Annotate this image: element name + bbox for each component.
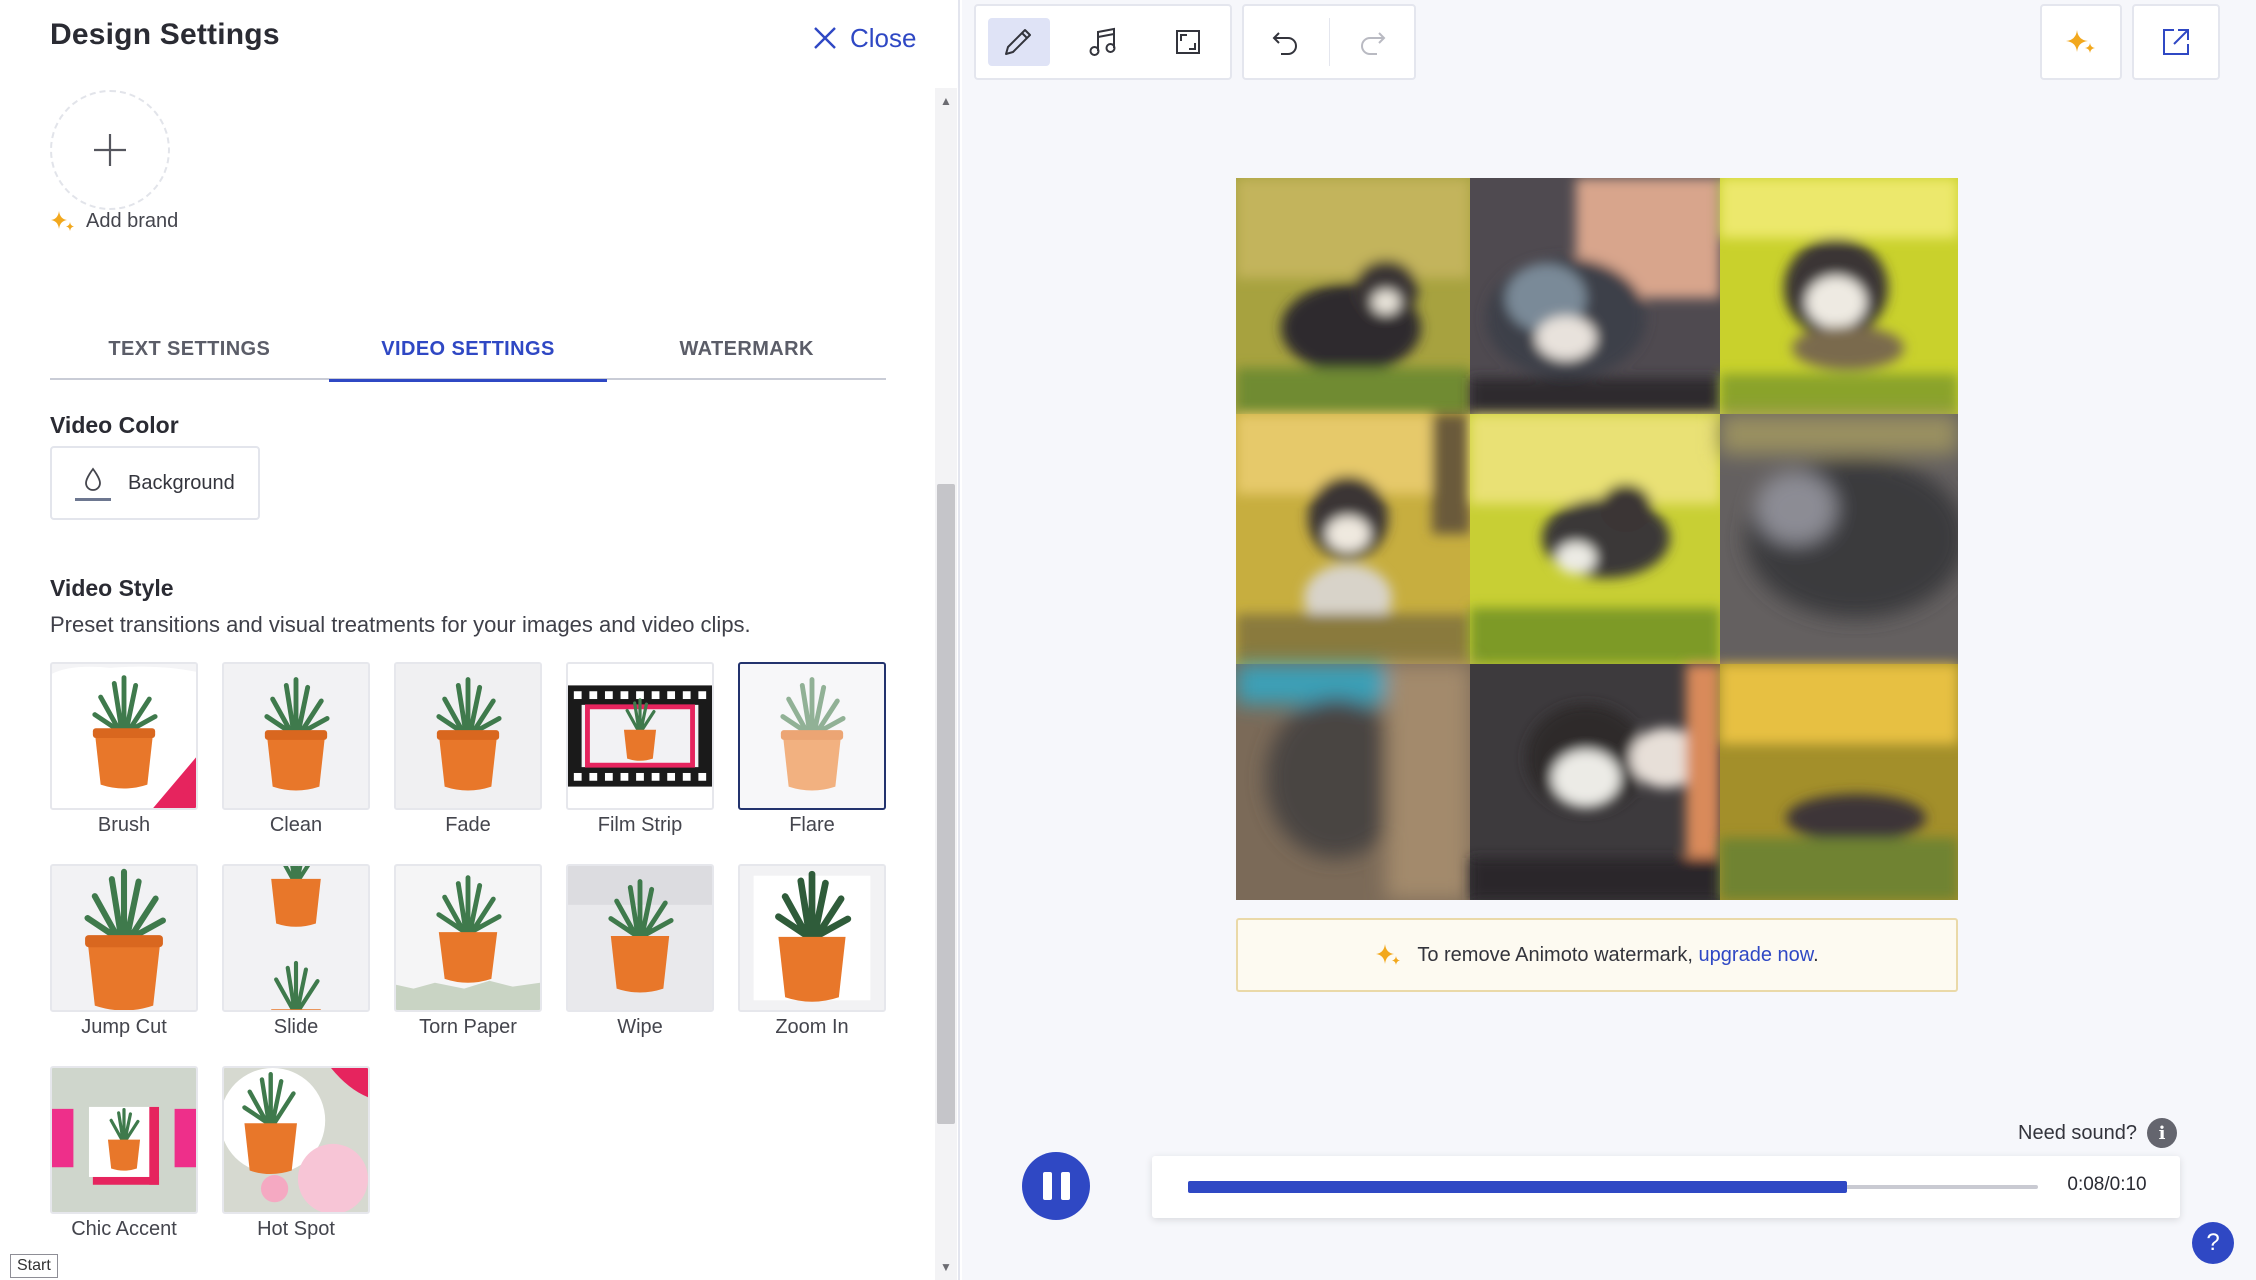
- style-label-jump-cut: Jump Cut: [81, 1016, 167, 1038]
- style-label-film-strip: Film Strip: [597, 814, 683, 836]
- background-label: Background: [128, 471, 235, 494]
- video-preview[interactable]: [1236, 178, 1958, 900]
- progress-fill: [1188, 1181, 1847, 1193]
- style-label-chic-accent: Chic Accent: [71, 1218, 177, 1240]
- watermark-notice: To remove Animoto watermark, upgrade now…: [1236, 918, 1958, 992]
- history-toolbar: [1242, 4, 1416, 80]
- playback-bar: 0:08/0:10: [1152, 1156, 2180, 1218]
- scroll-thumb[interactable]: [937, 484, 955, 1124]
- redo-icon: [1360, 32, 1386, 55]
- plus-icon: [94, 134, 126, 166]
- sparkle-icon: [1376, 944, 1401, 965]
- add-brand-link[interactable]: Add brand: [50, 208, 178, 234]
- style-tile-jump-cut[interactable]: [50, 864, 198, 1012]
- close-button[interactable]: Close: [812, 20, 916, 56]
- scroll-up-arrow-icon[interactable]: ▲: [935, 88, 957, 114]
- upgrade-now-link[interactable]: upgrade now: [1699, 944, 1814, 966]
- need-sound-label: Need sound?: [2018, 1121, 2137, 1144]
- design-tool-button[interactable]: [976, 4, 1061, 80]
- style-tile-zoom-in[interactable]: [738, 864, 886, 1012]
- undo-button[interactable]: [1244, 4, 1329, 80]
- redo-button[interactable]: [1330, 4, 1415, 80]
- resize-tool-button[interactable]: [1145, 4, 1230, 80]
- drop-icon: [74, 461, 112, 505]
- style-label-clean: Clean: [269, 814, 323, 836]
- pencil-icon: [1005, 29, 1032, 55]
- sparkle-icon: [51, 211, 74, 231]
- style-label-slide: Slide: [273, 1016, 319, 1038]
- style-tile-brush[interactable]: [50, 662, 198, 810]
- pause-button[interactable]: [1022, 1152, 1090, 1220]
- scroll-down-arrow-icon[interactable]: ▼: [935, 1254, 957, 1280]
- tab-text-settings[interactable]: TEXT SETTINGS: [50, 318, 329, 380]
- tab-watermark[interactable]: WATERMARK: [607, 318, 886, 380]
- settings-tabs: TEXT SETTINGS VIDEO SETTINGS WATERMARK: [50, 318, 886, 382]
- style-label-fade: Fade: [445, 814, 491, 836]
- watermark-text: To remove Animoto watermark,: [1417, 943, 1699, 966]
- edit-toolbar: [974, 4, 1232, 80]
- share-icon: [2163, 29, 2189, 55]
- close-icon: [814, 27, 836, 49]
- style-label-zoom-in: Zoom In: [775, 1016, 849, 1038]
- video-color-heading: Video Color: [50, 412, 179, 438]
- preview-panel: To remove Animoto watermark, upgrade now…: [962, 0, 2256, 1280]
- panel-scrollbar[interactable]: ▲ ▼: [935, 88, 957, 1280]
- style-tile-slide[interactable]: [222, 864, 370, 1012]
- video-style-description: Preset transitions and visual treatments…: [50, 612, 751, 637]
- share-toolbar: [2132, 4, 2220, 80]
- style-tile-film-strip[interactable]: [566, 662, 714, 810]
- style-tile-hot-spot[interactable]: [222, 1066, 370, 1214]
- ai-toolbar: [2040, 4, 2122, 80]
- undo-icon: [1272, 32, 1298, 55]
- music-tool-button[interactable]: [1061, 4, 1146, 80]
- resize-icon: [1175, 30, 1200, 54]
- need-sound-hint: Need sound? i: [2018, 1118, 2177, 1148]
- style-tile-fade[interactable]: [394, 662, 542, 810]
- style-tile-chic-accent[interactable]: [50, 1066, 198, 1214]
- design-settings-panel: Design Settings Close Add brand TEXT SET…: [0, 0, 960, 1280]
- background-color-button[interactable]: Background: [50, 446, 260, 520]
- style-label-wipe: Wipe: [617, 1016, 663, 1038]
- close-label: Close: [850, 22, 917, 53]
- style-tile-flare[interactable]: [738, 662, 886, 810]
- style-tile-clean[interactable]: [222, 662, 370, 810]
- pause-icon: [1042, 1172, 1052, 1200]
- playback-time: 0:08/0:10: [2067, 1174, 2147, 1195]
- add-brand-button[interactable]: [50, 90, 170, 210]
- style-tile-torn-paper[interactable]: [394, 864, 542, 1012]
- music-icon: [1089, 27, 1116, 56]
- style-label-hot-spot: Hot Spot: [257, 1218, 335, 1240]
- start-tooltip: Start: [10, 1254, 58, 1278]
- panel-title: Design Settings: [50, 18, 280, 51]
- style-label-brush: Brush: [97, 814, 151, 836]
- video-style-heading: Video Style: [50, 575, 174, 601]
- watermark-suffix: .: [1813, 943, 1819, 966]
- style-label-flare: Flare: [789, 814, 835, 836]
- add-brand-label: Add brand: [86, 209, 179, 232]
- style-label-torn-paper: Torn Paper: [419, 1016, 517, 1038]
- progress-slider[interactable]: [1188, 1181, 2038, 1193]
- style-tile-wipe[interactable]: [566, 864, 714, 1012]
- share-button[interactable]: [2134, 4, 2218, 80]
- help-button[interactable]: ?: [2192, 1222, 2234, 1264]
- sparkle-icon: [2066, 30, 2095, 53]
- ai-assist-button[interactable]: [2042, 4, 2120, 80]
- info-icon[interactable]: i: [2146, 1118, 2177, 1148]
- tab-video-settings[interactable]: VIDEO SETTINGS: [328, 318, 608, 382]
